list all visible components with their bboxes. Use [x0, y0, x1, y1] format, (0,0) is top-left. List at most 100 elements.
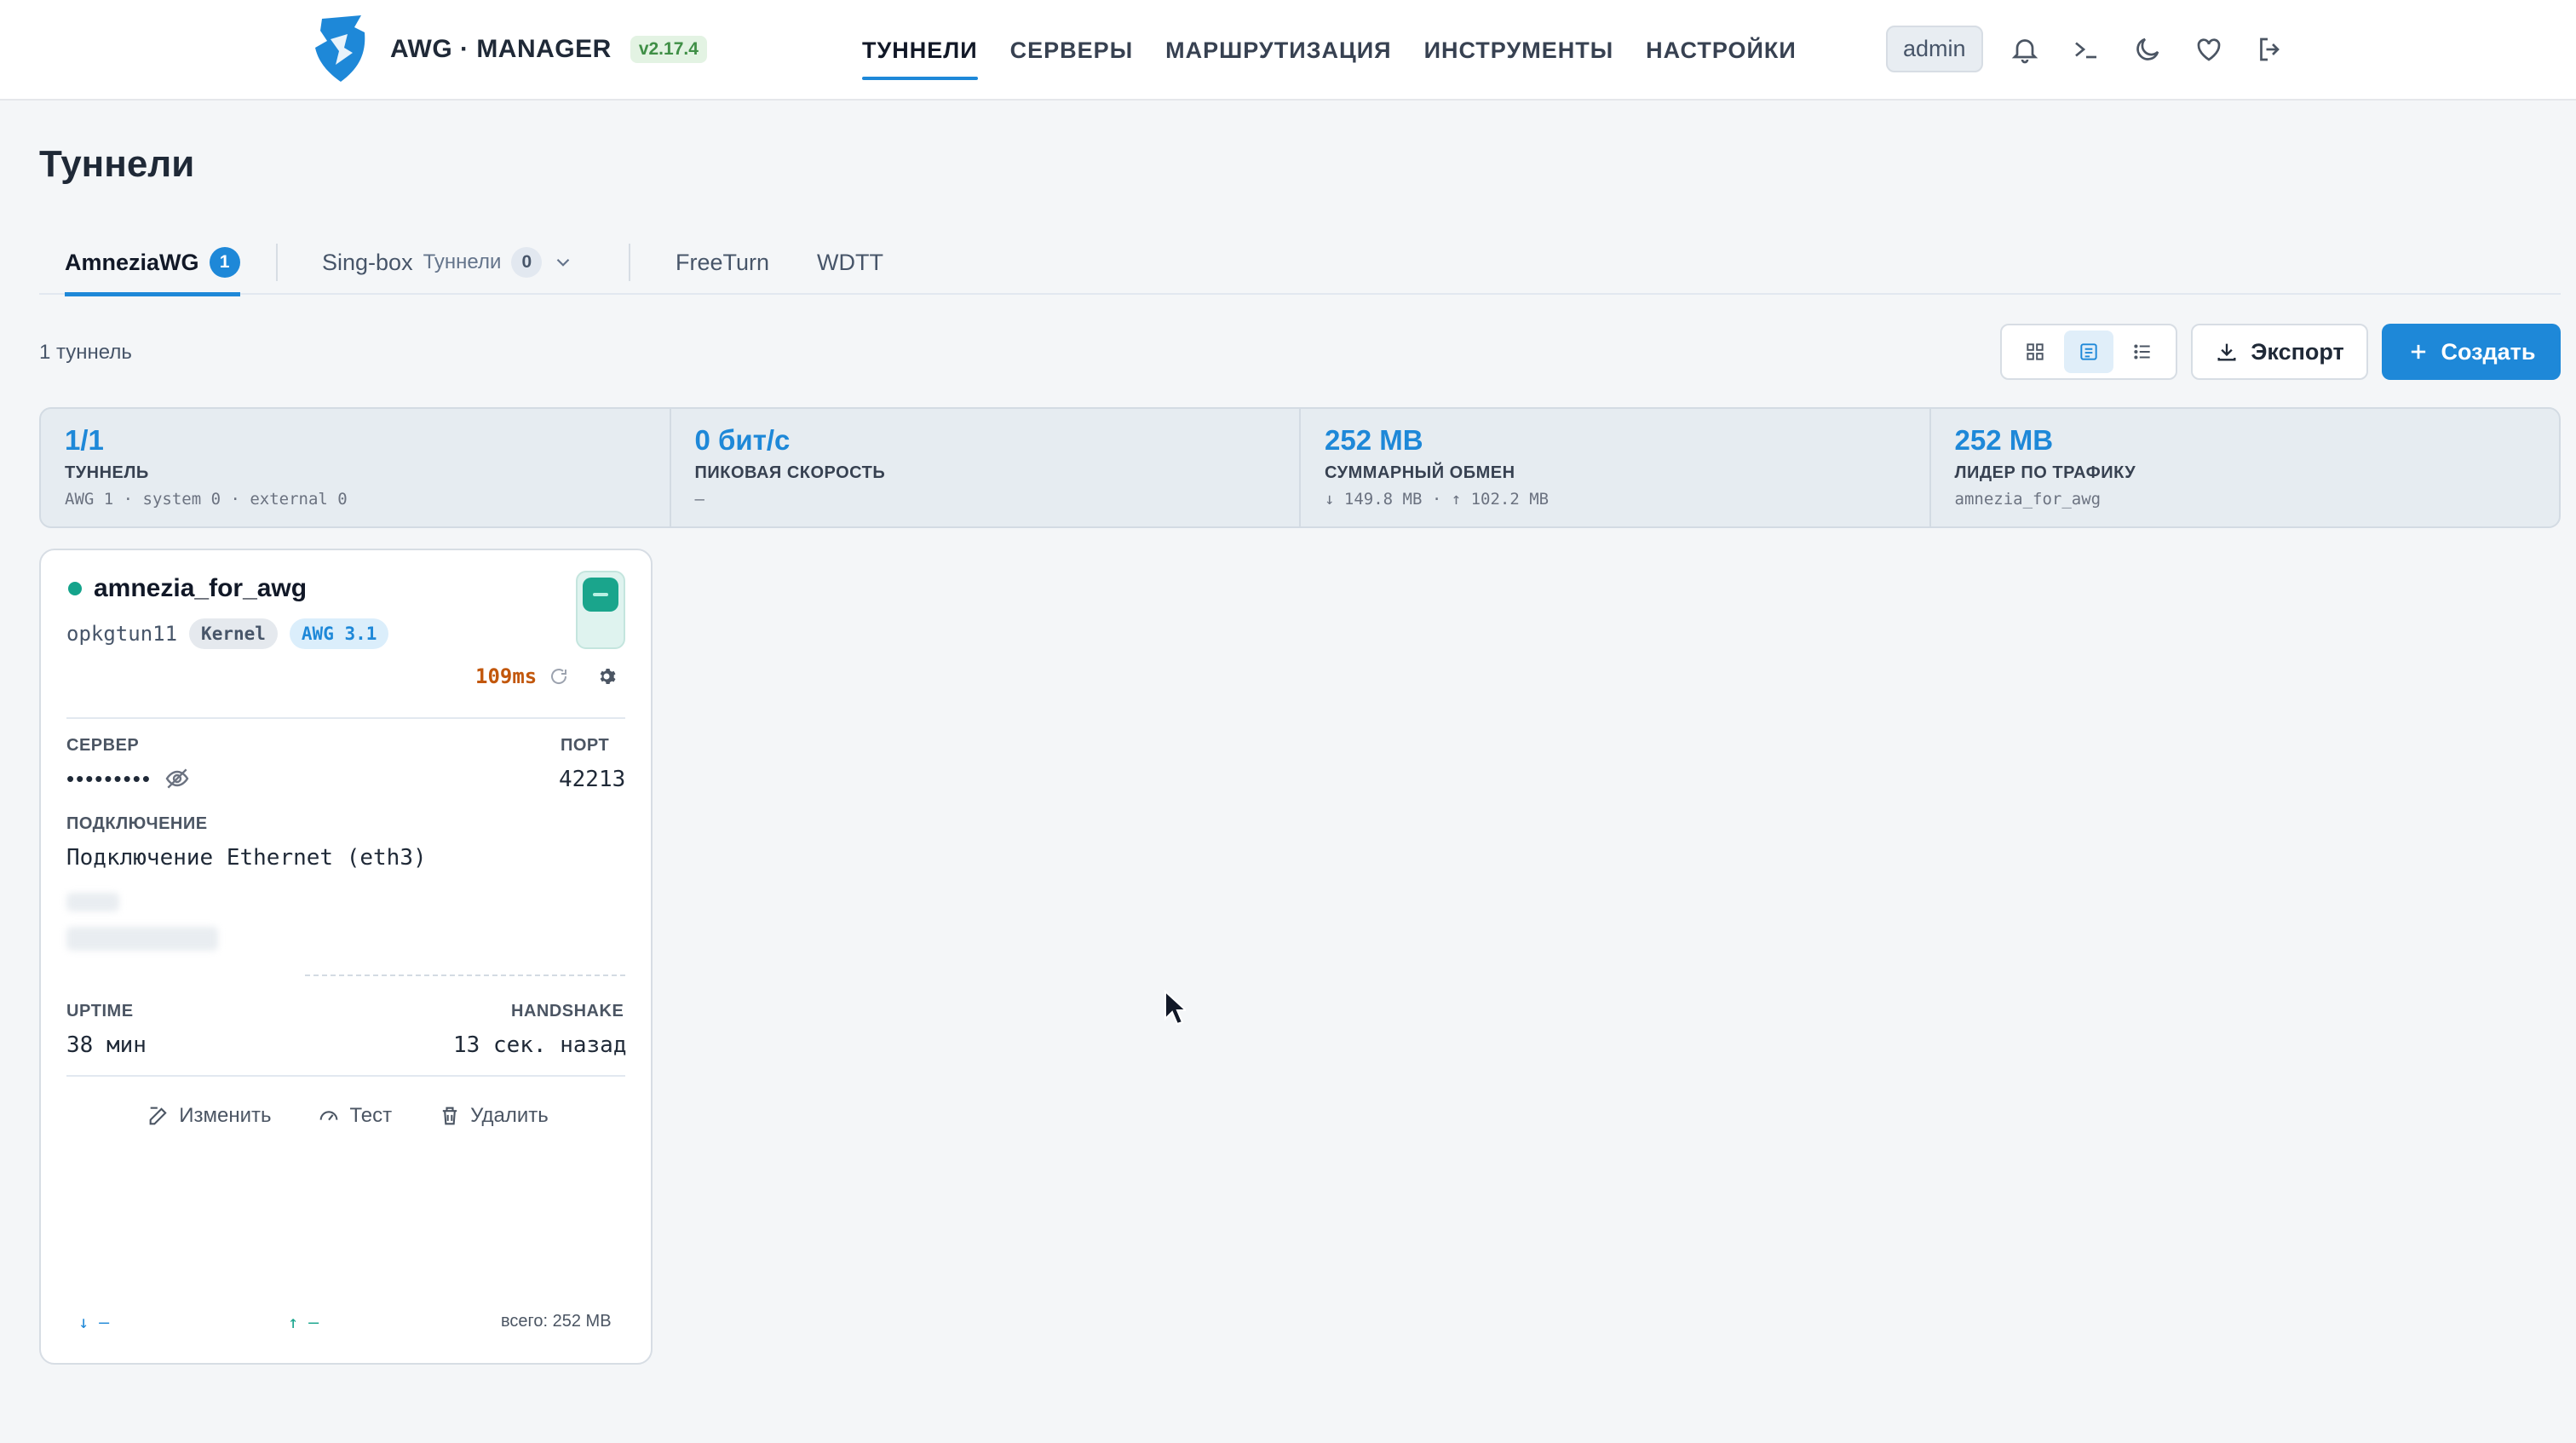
stat-label: ТУННЕЛЬ [65, 463, 149, 482]
card-divider [66, 1075, 625, 1077]
gauge-icon [320, 1111, 338, 1121]
plus-icon [2412, 344, 2426, 359]
handshake-value: 13 сек. назад [453, 1032, 627, 1058]
top-bar: AWG · MANAGER v2.17.4 ТУННЕЛИ СЕРВЕРЫ МА… [0, 0, 2576, 101]
test-label: Тест [349, 1104, 393, 1127]
mouse-cursor-icon [1164, 990, 1186, 1026]
create-button[interactable]: Создать [2382, 324, 2561, 380]
connection-value: Подключение Ethernet (eth3) [66, 845, 427, 871]
version-badge: v2.17.4 [630, 36, 707, 63]
chevron-down-icon[interactable] [552, 251, 574, 273]
card-divider [66, 717, 625, 719]
handshake-label: HANDSHAKE [511, 1002, 624, 1020]
list-view-icon[interactable] [2118, 331, 2167, 373]
tab-wdtt[interactable]: WDTT [817, 230, 883, 295]
tab-singbox[interactable]: Sing-box Туннели 0 [322, 230, 574, 295]
rx-rate: ↓ — [78, 1312, 110, 1332]
app-logo[interactable]: AWG · MANAGER v2.17.4 [310, 14, 707, 85]
test-button[interactable]: Тест [317, 1104, 392, 1128]
toggle-knob [583, 578, 618, 612]
tab-divider [276, 244, 278, 281]
logo-icon [315, 15, 365, 82]
connection-label: ПОДКЛЮЧЕНИЕ [66, 814, 208, 833]
server-value: ••••••••• [66, 765, 152, 791]
bell-icon[interactable] [2005, 30, 2044, 69]
stat-label: СУММАРНЫЙ ОБМЕН [1325, 463, 1515, 482]
tunnel-name: amnezia_for_awg [94, 574, 308, 602]
blurred-label [66, 893, 119, 911]
moon-icon[interactable] [2128, 30, 2167, 69]
stat-total-traffic: 252 MB СУММАРНЫЙ ОБМЕН ↓ 149.8 MB · ↑ 10… [1301, 409, 1931, 526]
nav-servers[interactable]: СЕРВЕРЫ [1010, 0, 1133, 101]
tunnel-tags: opkgtun11 Kernel AWG 3.1 [66, 618, 389, 649]
tab-sublabel: Туннели [423, 250, 502, 273]
tunnel-count: 1 туннель [39, 341, 132, 364]
tunnel-card: amnezia_for_awg opkgtun11 Kernel AWG 3.1… [39, 549, 653, 1365]
nav-tunnels[interactable]: ТУННЕЛИ [862, 0, 978, 101]
server-label: СЕРВЕР [66, 736, 140, 755]
port-label: ПОРТ [561, 736, 610, 755]
tab-label: Sing-box [322, 249, 413, 275]
stat-value: 252 MB [1325, 424, 1423, 456]
stat-value: 0 бит/с [694, 424, 791, 456]
gear-icon[interactable] [596, 666, 617, 687]
status-dot [68, 582, 82, 595]
header-actions: admin [1886, 26, 2290, 72]
ping-value: 109ms [475, 664, 538, 688]
edit-icon [149, 1107, 167, 1125]
tunnel-toggle[interactable] [576, 571, 625, 649]
main-nav: ТУННЕЛИ СЕРВЕРЫ МАРШРУТИЗАЦИЯ ИНСТРУМЕНТ… [862, 0, 1797, 101]
edit-button[interactable]: Изменить [147, 1104, 271, 1128]
tab-label: AmneziaWG [65, 249, 199, 275]
stat-sub: AWG 1 · system 0 · external 0 [65, 490, 348, 509]
card-view-icon[interactable] [2063, 331, 2113, 373]
tunnel-tabs: AmneziaWG 1 Sing-box Туннели 0 FreeTurn … [39, 230, 2561, 296]
export-button[interactable]: Экспорт [2191, 324, 2368, 380]
uptime-label: UPTIME [66, 1002, 134, 1020]
logout-icon[interactable] [2251, 30, 2290, 69]
view-toggle [2000, 324, 2177, 380]
stat-label: ПИКОВАЯ СКОРОСТЬ [694, 463, 886, 482]
refresh-icon[interactable] [549, 666, 569, 687]
nav-routing[interactable]: МАРШРУТИЗАЦИЯ [1165, 0, 1391, 101]
nav-tools[interactable]: ИНСТРУМЕНТЫ [1424, 0, 1614, 101]
server-value-masked: ••••••••• [66, 765, 191, 792]
delete-button[interactable]: Удалить [438, 1104, 549, 1128]
user-badge[interactable]: admin [1886, 26, 1983, 72]
heart-icon[interactable] [2189, 30, 2228, 69]
tab-count-badge: 1 [209, 247, 240, 278]
card-actions: Изменить Тест Удалить [41, 1104, 654, 1128]
grid-view-icon[interactable] [2010, 331, 2060, 373]
stat-tunnels: 1/1 ТУННЕЛЬ AWG 1 · system 0 · external … [41, 409, 671, 526]
app-title: AWG · MANAGER [390, 35, 612, 63]
tx-rate: ↑ — [288, 1312, 319, 1332]
delete-label: Удалить [470, 1104, 549, 1127]
uptime-value: 38 мин [66, 1032, 147, 1058]
tab-divider [629, 244, 630, 281]
blurred-value [66, 927, 218, 951]
tab-count-badge: 0 [511, 247, 543, 278]
tab-freeturn[interactable]: FreeTurn [676, 230, 769, 295]
create-label: Создать [2441, 338, 2536, 365]
stat-sub: ↓ 149.8 MB · ↑ 102.2 MB [1325, 490, 1550, 509]
export-label: Экспорт [2251, 338, 2344, 365]
stats-panel: 1/1 ТУННЕЛЬ AWG 1 · system 0 · external … [39, 407, 2561, 528]
page-title: Туннели [39, 143, 195, 185]
stat-label: ЛИДЕР ПО ТРАФИКУ [1954, 463, 2136, 482]
terminal-icon[interactable] [2067, 30, 2106, 69]
dashed-divider [305, 974, 625, 976]
nav-settings[interactable]: НАСТРОЙКИ [1646, 0, 1797, 101]
awg-version-tag: AWG 3.1 [289, 618, 389, 649]
stat-value: 252 MB [1954, 424, 2054, 456]
interface-name: opkgtun11 [66, 622, 178, 646]
edit-label: Изменить [179, 1104, 272, 1127]
trash-icon [442, 1107, 457, 1125]
stat-traffic-leader: 252 MB ЛИДЕР ПО ТРАФИКУ amnezia_for_awg [1931, 409, 2560, 526]
tab-amneziawg[interactable]: AmneziaWG 1 [65, 230, 240, 296]
download-icon [2217, 343, 2236, 361]
stat-sub: amnezia_for_awg [1954, 490, 2102, 509]
traffic-total: всего: 252 MB [501, 1312, 612, 1331]
eye-off-icon[interactable] [164, 765, 191, 792]
stat-peak-speed: 0 бит/с ПИКОВАЯ СКОРОСТЬ — [671, 409, 1301, 526]
stat-value: 1/1 [65, 424, 104, 456]
